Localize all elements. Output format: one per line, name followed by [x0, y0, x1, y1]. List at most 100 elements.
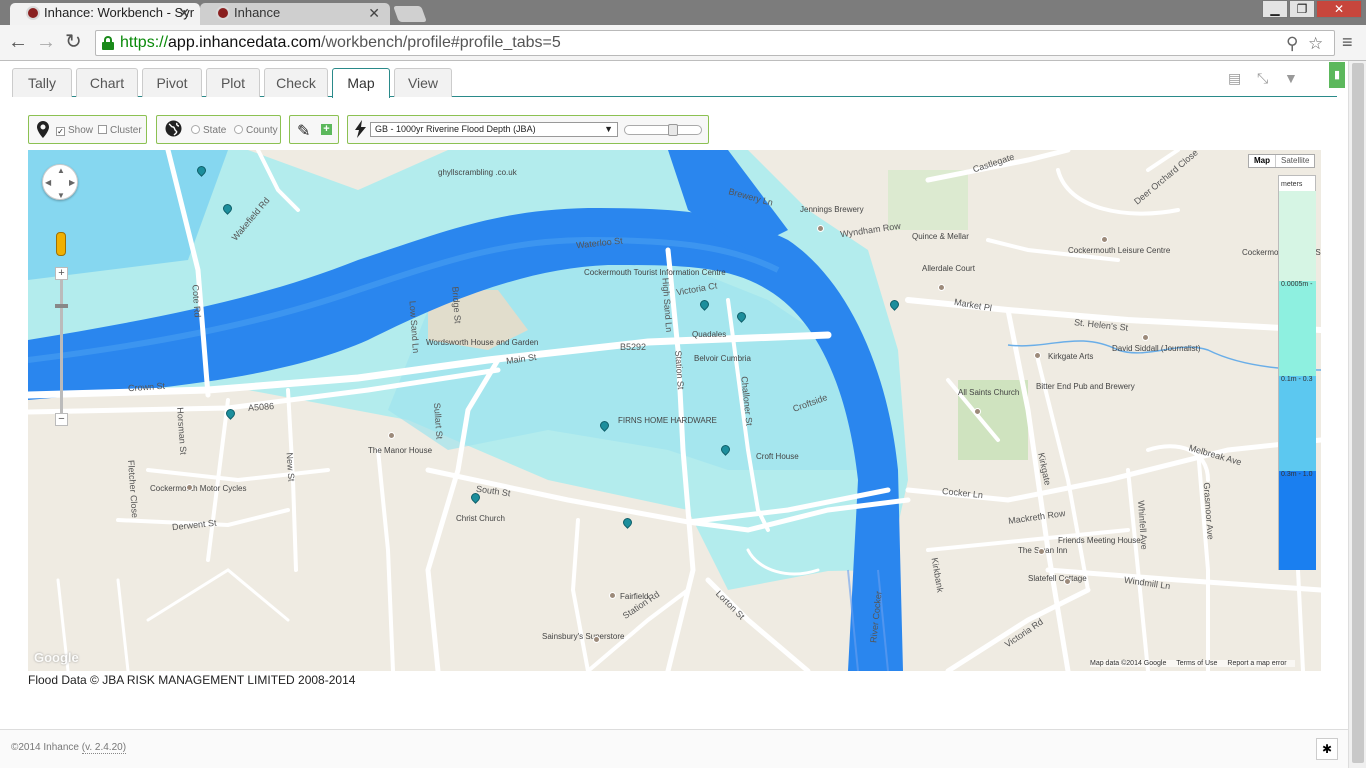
tab-tally[interactable]: Tally: [12, 68, 72, 97]
place-label: Allerdale Court: [922, 264, 975, 273]
poi-marker[interactable]: [817, 225, 824, 232]
street-label: New St: [284, 452, 297, 482]
browser-tab-title: Inhance: [234, 5, 281, 20]
pan-control[interactable]: ▲ ▼ ◀ ▶: [42, 164, 78, 200]
map-type-map-button[interactable]: Map: [1249, 155, 1275, 167]
google-logo: Google: [34, 650, 79, 665]
new-tab-button[interactable]: [393, 6, 427, 22]
legend-band: [1279, 191, 1316, 281]
pan-down-icon: ▼: [57, 191, 65, 200]
minimize-button[interactable]: ▁: [1262, 0, 1288, 18]
version-link[interactable]: (v. 2.4.20): [81, 742, 127, 754]
place-label: Belvoir Cumbria: [694, 354, 751, 363]
filter-icon[interactable]: ▼: [1284, 70, 1298, 86]
bug-report-icon[interactable]: ✱: [1316, 738, 1338, 760]
place-label: Quadales: [692, 330, 727, 339]
tab-chart[interactable]: Chart: [76, 68, 138, 97]
poi-marker[interactable]: [593, 636, 600, 643]
poi-marker[interactable]: [974, 408, 981, 415]
globe-icon: [165, 120, 182, 142]
add-shape-icon[interactable]: +: [321, 124, 332, 135]
flood-depth-legend: meters 0.0005m - 0.1m - 0.3 0.3m - 1.0: [1278, 175, 1316, 570]
reload-icon[interactable]: ↻: [65, 32, 82, 52]
dropdown-arrow-icon: ▼: [604, 124, 613, 134]
chrome-menu-icon[interactable]: ≡: [1342, 32, 1353, 53]
bookmark-flag-icon[interactable]: ▮: [1329, 62, 1345, 88]
pan-up-icon: ▲: [57, 166, 65, 175]
terms-of-use-link[interactable]: Terms of Use: [1176, 660, 1217, 667]
report-map-error-link[interactable]: Report a map error: [1227, 660, 1286, 667]
tab-pivot[interactable]: Pivot: [142, 68, 202, 97]
place-label: Christ Church: [456, 514, 505, 523]
copyright-text: ©2014 Inhance (v. 2.4.20): [11, 742, 127, 754]
place-label: Fairfield: [620, 592, 649, 601]
browser-tab-title: Inhance: Workbench - Syr: [44, 5, 195, 20]
inhance-favicon-icon: [216, 6, 230, 20]
poi-marker[interactable]: [609, 592, 616, 599]
poi-marker[interactable]: [1142, 334, 1149, 341]
page-scrollbar[interactable]: [1348, 61, 1366, 768]
place-label: David Siddall (Journalist): [1112, 344, 1201, 353]
browser-tab-inhance[interactable]: Inhance ✕: [200, 3, 390, 25]
map-data-credit: Map data ©2014 Google: [1090, 660, 1167, 667]
map-pin-icon: [37, 121, 49, 143]
bookmark-star-icon[interactable]: ☆: [1308, 34, 1323, 54]
collapse-icon[interactable]: ⤡: [1257, 70, 1268, 87]
profile-tabs: Tally Chart Pivot Plot Check Map View: [12, 68, 1337, 98]
legend-unit: meters: [1281, 181, 1303, 188]
scrollbar-thumb[interactable]: [1352, 63, 1364, 763]
zoom-slider-track[interactable]: [60, 280, 63, 413]
close-window-button[interactable]: ✕: [1316, 0, 1362, 18]
place-label: Wordsworth House and Garden: [426, 338, 539, 347]
street-label: A5086: [247, 401, 275, 413]
place-label: Cockermouth Motor Cycles: [150, 484, 247, 493]
place-label: Croft House: [756, 452, 799, 461]
zoom-magnifier-icon[interactable]: ⚲: [1286, 34, 1298, 54]
poi-marker[interactable]: [388, 432, 395, 439]
checkbox-unchecked-icon: [98, 125, 107, 134]
lock-icon: [102, 36, 114, 50]
place-label: Cockermouth Leisure Centre: [1068, 246, 1171, 255]
maximize-button[interactable]: ❐: [1289, 0, 1315, 18]
lightning-bolt-icon: [355, 120, 366, 143]
place-label: Bitter End Pub and Brewery: [1036, 382, 1135, 391]
close-tab-icon[interactable]: ✕: [368, 3, 380, 23]
poi-marker[interactable]: [1038, 548, 1045, 555]
map-type-satellite-button[interactable]: Satellite: [1275, 155, 1314, 167]
street-label: B5292: [620, 342, 647, 352]
place-label: Jennings Brewery: [800, 205, 864, 214]
table-icon[interactable]: ▤: [1228, 70, 1241, 87]
tab-check[interactable]: Check: [264, 68, 328, 97]
poi-marker[interactable]: [1034, 352, 1041, 359]
browser-tab-workbench[interactable]: Inhance: Workbench - Syr ✕: [10, 3, 200, 25]
cluster-markers-checkbox[interactable]: Cluster: [98, 125, 142, 136]
state-radio[interactable]: State: [191, 125, 226, 136]
pencil-icon[interactable]: ✎: [297, 121, 310, 141]
zoom-in-button[interactable]: +: [55, 267, 68, 280]
close-tab-icon[interactable]: ✕: [178, 3, 190, 23]
legend-band: 0.3m - 1.0: [1279, 471, 1316, 570]
address-bar[interactable]: https://app.inhancedata.com/workbench/pr…: [95, 30, 1335, 56]
back-arrow-icon[interactable]: ←: [8, 32, 28, 52]
poi-marker[interactable]: [1101, 236, 1108, 243]
street-view-pegman-icon[interactable]: [56, 232, 66, 256]
tab-map[interactable]: Map: [332, 68, 390, 98]
poi-marker[interactable]: [186, 484, 193, 491]
slider-handle[interactable]: [668, 124, 678, 136]
tab-plot[interactable]: Plot: [206, 68, 260, 97]
tab-view[interactable]: View: [394, 68, 452, 97]
flood-map[interactable]: Castlegate Deer Orchard Close Brewery Ln…: [28, 150, 1321, 671]
forward-arrow-icon[interactable]: →: [36, 32, 56, 52]
show-markers-checkbox[interactable]: ✓ Show: [56, 125, 93, 136]
poi-marker[interactable]: [1064, 578, 1071, 585]
layer-opacity-slider[interactable]: [624, 124, 702, 136]
county-radio[interactable]: County: [234, 125, 278, 136]
browser-toolbar: ← → ↻ https://app.inhancedata.com/workbe…: [0, 25, 1366, 61]
zoom-out-button[interactable]: −: [55, 413, 68, 426]
zoom-slider-handle[interactable]: [55, 304, 68, 308]
checkbox-checked-icon: ✓: [56, 127, 65, 136]
place-label: Quince & Mellar: [912, 232, 969, 241]
flood-layer-select[interactable]: GB - 1000yr Riverine Flood Depth (JBA) ▼: [370, 122, 618, 137]
poi-marker[interactable]: [938, 284, 945, 291]
place-label: Friends Meeting House: [1058, 536, 1141, 545]
